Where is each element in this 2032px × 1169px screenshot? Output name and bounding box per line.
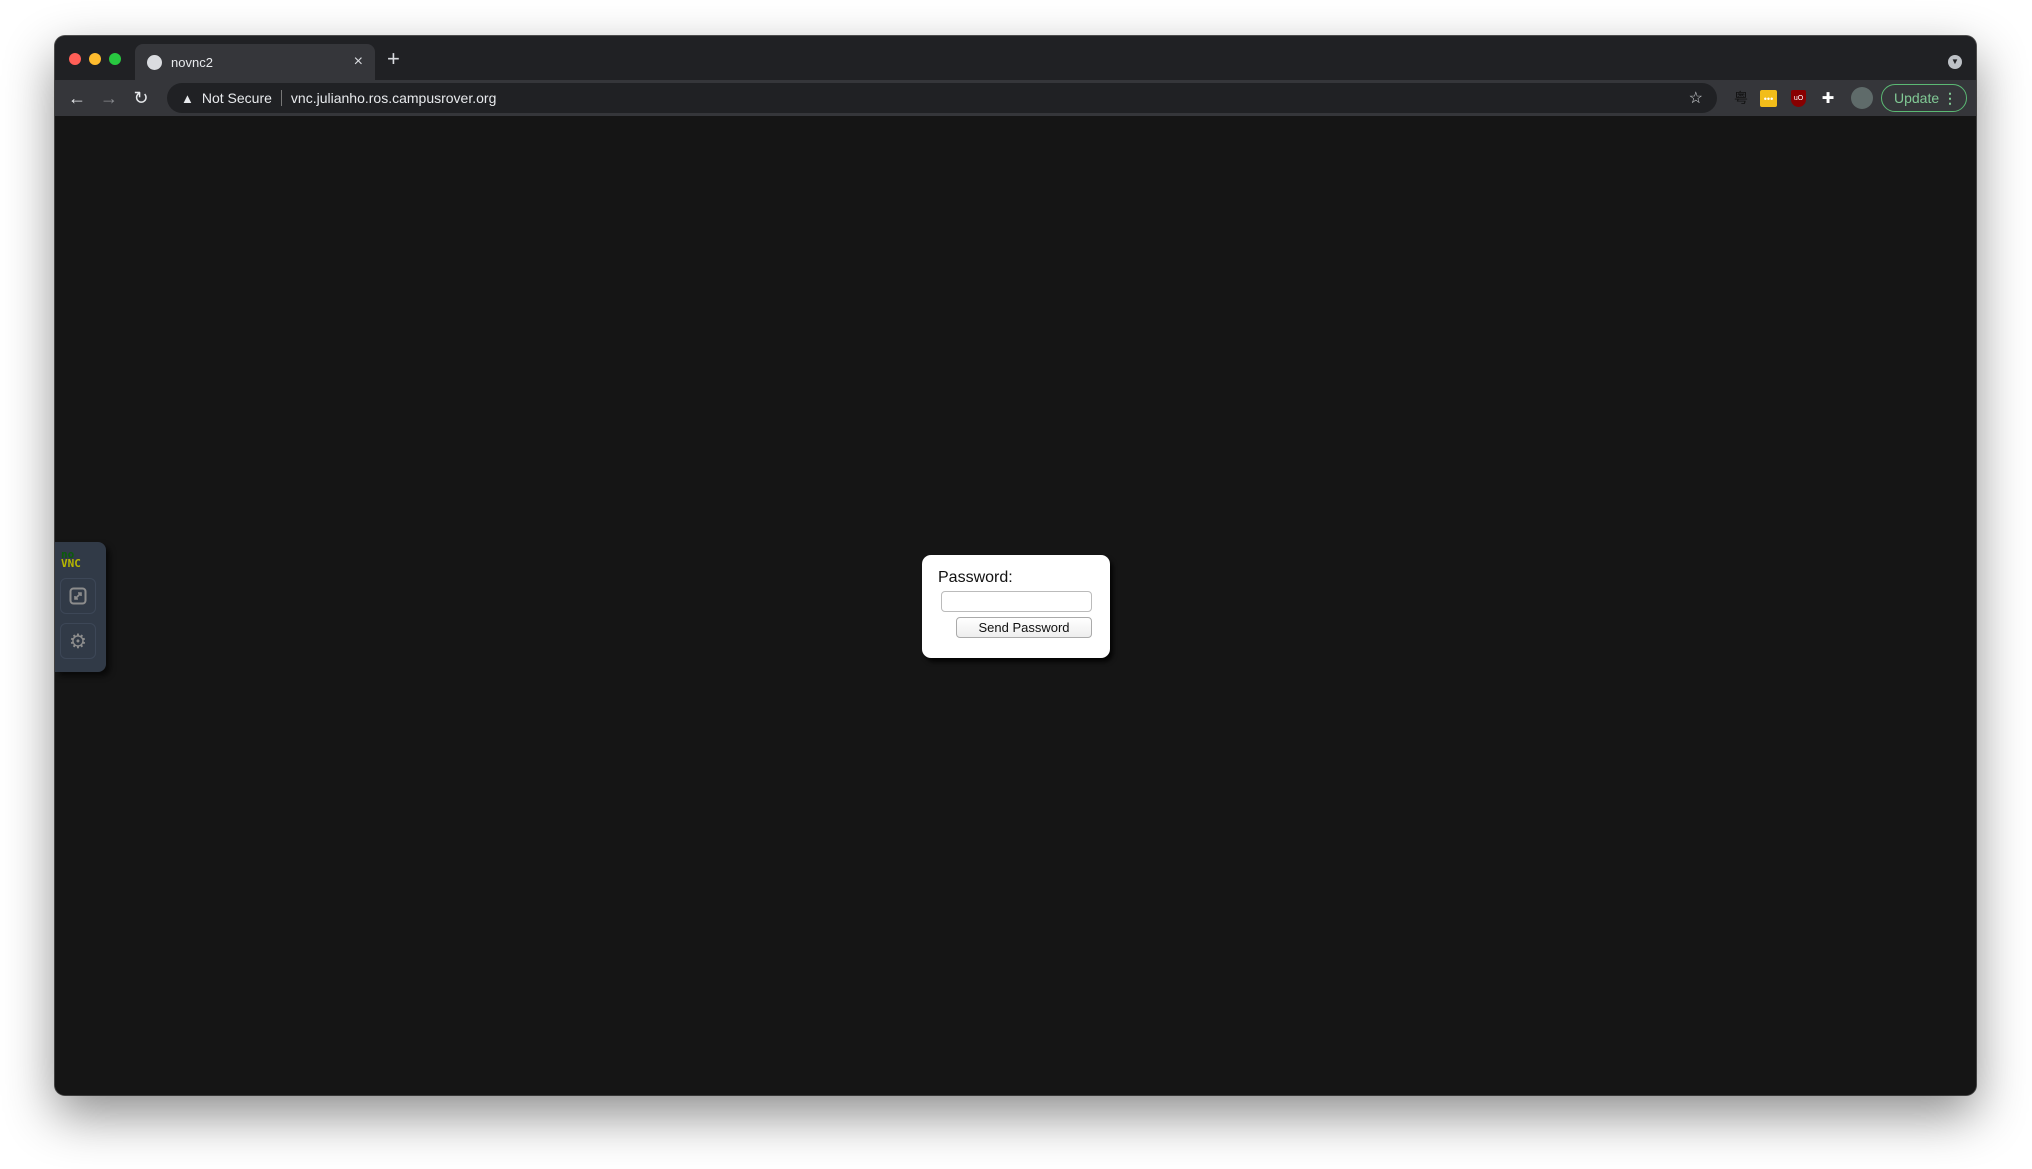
update-label: Update [1894,90,1940,106]
minimize-window-button[interactable] [89,53,101,65]
divider [280,90,282,106]
logo-vnc: VNC [61,557,81,570]
address-bar[interactable]: ▲ Not Secure vnc.julianho.ros.campusrove… [167,83,1717,113]
tab-close-icon[interactable]: × [354,53,363,71]
tab-title: novnc2 [171,54,213,70]
extensions-puzzle-icon[interactable]: ✚ [1819,87,1837,109]
password-label: Password: [938,569,1013,586]
warning-icon: ▲ [181,90,194,106]
novnc-logo: no VNC [61,549,81,570]
window-controls [69,53,121,65]
fullscreen-icon[interactable] [60,578,96,614]
tab-novnc2[interactable]: novnc2 × [135,44,375,80]
security-label[interactable]: Not Secure [202,90,272,106]
password-extension-icon[interactable]: ••• [1760,90,1777,107]
menu-dots-icon[interactable]: ⋮ [1943,90,1957,107]
send-password-button[interactable]: Send Password [956,617,1092,638]
browser-window: novnc2 × + ▼ ← → ↻ ▲ Not Secure vnc.juli… [55,36,1976,1095]
tab-search-icon[interactable]: ▼ [1948,55,1962,69]
tab-bar: novnc2 × + ▼ [55,36,1976,80]
password-input[interactable] [941,591,1092,612]
ublock-extension-icon[interactable]: uO [1791,90,1806,107]
globe-icon [147,54,162,70]
close-window-button[interactable] [69,53,81,65]
url-text[interactable]: vnc.julianho.ros.campusrover.org [291,90,496,106]
back-icon[interactable]: ← [61,88,93,109]
translate-extension-icon[interactable]: 粤 [1731,87,1751,109]
avatar[interactable] [1851,87,1873,109]
reload-icon[interactable]: ↻ [125,88,157,109]
vnc-canvas[interactable]: no VNC ⚙ Password: Send Password [55,117,1976,1095]
password-dialog: Password: Send Password [922,555,1110,658]
new-tab-button[interactable]: + [387,46,400,72]
toolbar: ← → ↻ ▲ Not Secure vnc.julianho.ros.camp… [55,80,1976,116]
novnc-control-bar: no VNC ⚙ [55,542,106,672]
bookmark-star-icon[interactable]: ☆ [1689,88,1703,108]
maximize-window-button[interactable] [109,53,121,65]
update-button[interactable]: Update ⋮ [1881,84,1967,112]
gear-icon[interactable]: ⚙ [60,623,96,659]
forward-icon[interactable]: → [93,88,125,109]
